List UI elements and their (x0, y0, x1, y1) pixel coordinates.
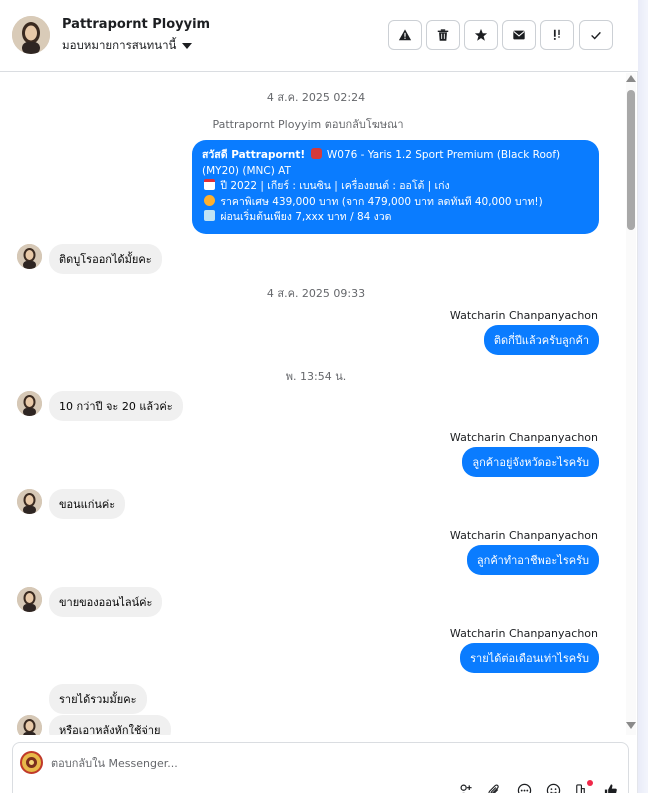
reply-input[interactable] (51, 753, 611, 773)
mark-unread-button[interactable] (502, 20, 536, 50)
ad-line-4: ผ่อนเริ่มต้นเพียง 7,xxx บาท / 84 งวด (202, 210, 589, 226)
add-person-icon (459, 784, 472, 793)
conversation-header: Pattrapornt Ployyim มอบหมายการสนทนานี้ (0, 0, 638, 72)
contact-avatar-small[interactable] (17, 489, 42, 514)
trash-icon (437, 29, 449, 41)
follow-up-button[interactable] (540, 20, 574, 50)
chevron-down-icon (182, 43, 193, 49)
add-person-button[interactable] (456, 781, 474, 793)
emoji-button[interactable] (544, 781, 562, 793)
like-button[interactable] (601, 781, 619, 793)
assign-label: มอบหมายการสนทนานี้ (62, 38, 177, 52)
background-strip (638, 0, 648, 793)
attach-button[interactable] (485, 781, 503, 793)
chat-scrollbar[interactable] (626, 73, 636, 735)
star-icon (474, 28, 488, 41)
incoming-message[interactable]: ขอนแก่นค่ะ (49, 489, 126, 519)
money-emoji-icon (204, 210, 215, 221)
mail-icon (513, 30, 525, 40)
more-options-button[interactable] (515, 781, 533, 793)
ad-line-2: ปี 2022 | เกียร์ : เบนซิน | เครื่องยนต์ … (202, 179, 589, 195)
ad-reply-message[interactable]: สวัสดี Pattrapornt! W076 - Yaris 1.2 Spo… (192, 140, 599, 234)
outgoing-message[interactable]: รายได้ต่อเดือนเท่าไรครับ (460, 643, 599, 673)
scroll-up-arrow-icon[interactable] (626, 75, 636, 82)
boom-emoji-icon (204, 194, 215, 206)
incoming-message[interactable]: 10 กว่าปี จะ 20 แล้วค่ะ (49, 391, 183, 421)
mark-spam-button[interactable] (388, 20, 422, 50)
timestamp: 4 ส.ค. 2025 09:33 (266, 287, 366, 300)
star-button[interactable] (464, 20, 498, 50)
reply-composer (12, 742, 629, 793)
calendar-emoji-icon (204, 179, 215, 190)
ad-line-1: สวัสดี Pattrapornt! W076 - Yaris 1.2 Spo… (202, 148, 561, 177)
alert-icon (398, 29, 412, 41)
messenger-inbox-panel: Pattrapornt Ployyim มอบหมายการสนทนานี้ 4… (0, 0, 638, 793)
outgoing-message[interactable]: ติดกี่ปีแล้วครับลูกค้า (483, 325, 599, 355)
apps-icon (575, 783, 585, 793)
scrollbar-thumb[interactable] (627, 90, 635, 230)
ad-line-3: ราคาพิเศษ 439,000 บาท (จาก 479,000 บาท ล… (202, 194, 589, 211)
timestamp: 4 ส.ค. 2025 02:24 (266, 91, 366, 104)
more-icon (517, 783, 531, 793)
incoming-message[interactable]: รายได้รวมมั้ยคะ (49, 684, 147, 714)
delete-button[interactable] (426, 20, 460, 50)
system-notice: Pattrapornt Ployyim ตอบกลับโฆษณา (212, 118, 404, 131)
sender-name: Watcharin Chanpanyachon (449, 431, 598, 444)
mark-done-button[interactable] (579, 20, 613, 50)
contact-avatar-small[interactable] (17, 244, 42, 269)
scroll-down-arrow-icon[interactable] (626, 722, 636, 729)
contact-avatar-small[interactable] (17, 715, 42, 735)
like-icon (604, 783, 617, 793)
incoming-message[interactable]: ติดบูโรออกได้มั้ยคะ (49, 244, 162, 274)
attachment-icon (487, 783, 499, 793)
notification-dot (587, 780, 593, 786)
car-emoji-icon (310, 148, 322, 159)
contact-avatar-small[interactable] (17, 391, 42, 416)
outgoing-message[interactable]: ลูกค้าอยู่จังหวัดอะไรครับ (462, 447, 599, 477)
timestamp: พ. 13:54 น. (285, 370, 347, 383)
follow-up-icon (553, 29, 560, 40)
incoming-message[interactable]: ขายของออนไลน์ค่ะ (49, 587, 163, 617)
emoji-icon (546, 783, 560, 793)
incoming-message[interactable]: หรือเอาหลังหักใช้จ่าย (49, 715, 171, 735)
sender-name: Watcharin Chanpanyachon (449, 627, 598, 640)
assign-conversation-dropdown[interactable]: มอบหมายการสนทนานี้ (62, 37, 193, 55)
outgoing-message[interactable]: ลูกค้าทำอาชีพอะไรครับ (466, 545, 599, 575)
contact-name[interactable]: Pattrapornt Ployyim (62, 17, 210, 32)
contact-avatar-small[interactable] (17, 587, 42, 612)
check-icon (591, 31, 601, 40)
contact-avatar[interactable] (12, 16, 50, 54)
sender-name: Watcharin Chanpanyachon (449, 309, 598, 322)
sender-name: Watcharin Chanpanyachon (449, 529, 598, 542)
page-avatar (20, 751, 43, 774)
message-thread[interactable]: 4 ส.ค. 2025 02:24 Pattrapornt Ployyim ตอ… (0, 73, 626, 735)
